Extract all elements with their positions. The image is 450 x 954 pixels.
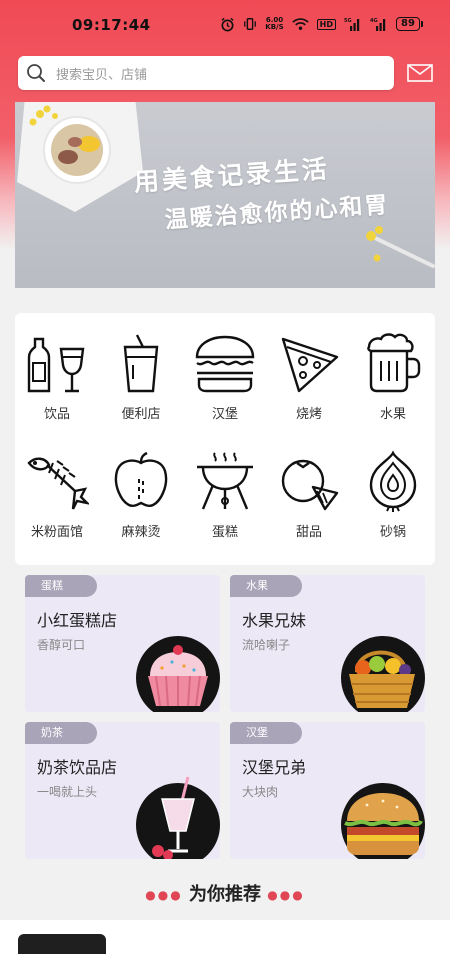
signal-5g-icon: 5G — [344, 18, 360, 31]
spoon-illustration — [366, 226, 435, 268]
decor-dots-right: ●●● — [267, 888, 305, 902]
category-dessert[interactable]: 甜品 — [267, 449, 351, 559]
shop-card-milktea[interactable]: 奶茶 奶茶饮品店 一喝就上头 — [25, 722, 220, 859]
category-label: 蛋糕 — [211, 525, 238, 540]
status-icons: 6.00 KB/S HD 5G 4G 89 — [220, 13, 423, 35]
recommend-title: 为你推荐 — [189, 884, 261, 905]
category-label: 砂锅 — [379, 525, 406, 540]
shop-name: 小红蛋糕店 — [37, 611, 118, 630]
shop-name: 汉堡兄弟 — [242, 758, 307, 777]
recommend-item-thumbnail[interactable] — [18, 934, 106, 954]
alarm-icon — [221, 17, 234, 31]
shop-card-burger[interactable]: 汉堡 汉堡兄弟 大块肉 — [230, 722, 425, 859]
apple-icon — [114, 451, 168, 508]
category-label: 饮品 — [43, 407, 70, 422]
category-cake[interactable]: 蛋糕 — [183, 449, 267, 559]
fish-bone-icon — [27, 457, 89, 510]
promo-banner[interactable]: 用美食记录生活 温暖治愈你的心和胃 — [15, 102, 435, 288]
mail-icon — [407, 64, 433, 82]
category-burger[interactable]: 汉堡 — [183, 331, 267, 441]
category-malatang[interactable]: 麻辣烫 — [99, 449, 183, 559]
banner-slogan: 用美食记录生活 温暖治愈你的心和胃 — [133, 145, 391, 236]
food-plate-illustration — [17, 102, 143, 212]
battery-indicator: 89 — [396, 17, 423, 31]
vibrate-icon — [244, 18, 257, 30]
network-speed: 6.00 KB/S — [265, 16, 284, 31]
hd-badge: HD — [316, 18, 336, 30]
shop-desc: 一喝就上头 — [37, 785, 98, 799]
category-label: 烧烤 — [295, 407, 322, 422]
grill-icon — [197, 452, 253, 510]
shop-desc: 流哈喇子 — [242, 638, 291, 652]
message-button[interactable] — [406, 62, 434, 84]
category-label: 甜品 — [295, 525, 322, 540]
pizza-icon — [281, 337, 339, 393]
milkshake-image — [136, 776, 220, 859]
status-bar: 09:17:44 6.00 KB/S HD 5G 4G 89 — [0, 0, 450, 52]
shop-card-cake[interactable]: 蛋糕 小红蛋糕店 香醇可口 — [25, 575, 220, 712]
cupcake-image — [136, 636, 220, 712]
search-placeholder: 搜索宝贝、店铺 — [56, 67, 148, 83]
category-label: 便利店 — [121, 407, 161, 422]
recommend-header: ●●● 为你推荐 ●●● — [0, 880, 450, 906]
shop-tag: 奶茶 — [25, 722, 97, 744]
category-label: 麻辣烫 — [121, 525, 161, 540]
onion-icon — [369, 450, 417, 512]
shop-tag: 汉堡 — [230, 722, 302, 744]
shop-name: 水果兄妹 — [242, 611, 307, 630]
fruit-icon — [281, 459, 339, 511]
category-claypot[interactable]: 砂锅 — [351, 449, 435, 559]
burger-image — [341, 783, 425, 859]
burger-icon — [195, 335, 255, 393]
beer-icon — [367, 333, 421, 393]
shop-tag: 水果 — [230, 575, 302, 597]
search-bar[interactable]: 搜索宝贝、店铺 — [18, 56, 394, 90]
category-grid: 饮品 便利店 汉堡 烧烤 水果 米粉面馆 麻辣烫 蛋糕 甜品 砂锅 — [15, 313, 435, 565]
shop-card-fruit[interactable]: 水果 水果兄妹 流哈喇子 — [230, 575, 425, 712]
category-bbq[interactable]: 烧烤 — [267, 331, 351, 441]
shop-tag: 蛋糕 — [25, 575, 97, 597]
decor-dots-left: ●●● — [145, 888, 183, 902]
category-convenience[interactable]: 便利店 — [99, 331, 183, 441]
cup-icon — [123, 334, 159, 393]
svg-text:4G: 4G — [370, 18, 378, 24]
wifi-icon — [292, 18, 309, 30]
category-fruit[interactable]: 水果 — [351, 331, 435, 441]
shop-desc: 香醇可口 — [37, 638, 86, 652]
search-icon — [27, 64, 45, 82]
svg-text:5G: 5G — [344, 18, 352, 24]
category-label: 米粉面馆 — [30, 525, 83, 540]
drinks-icon — [27, 337, 85, 393]
shop-name: 奶茶饮品店 — [37, 758, 118, 777]
category-drinks[interactable]: 饮品 — [15, 331, 99, 441]
status-time: 09:17:44 — [72, 16, 151, 34]
category-label: 汉堡 — [211, 407, 238, 422]
category-noodles[interactable]: 米粉面馆 — [15, 449, 99, 559]
category-label: 水果 — [379, 407, 406, 422]
fruit-basket-image — [341, 636, 425, 712]
signal-4g-icon: 4G — [370, 18, 386, 31]
shop-desc: 大块肉 — [242, 785, 279, 799]
